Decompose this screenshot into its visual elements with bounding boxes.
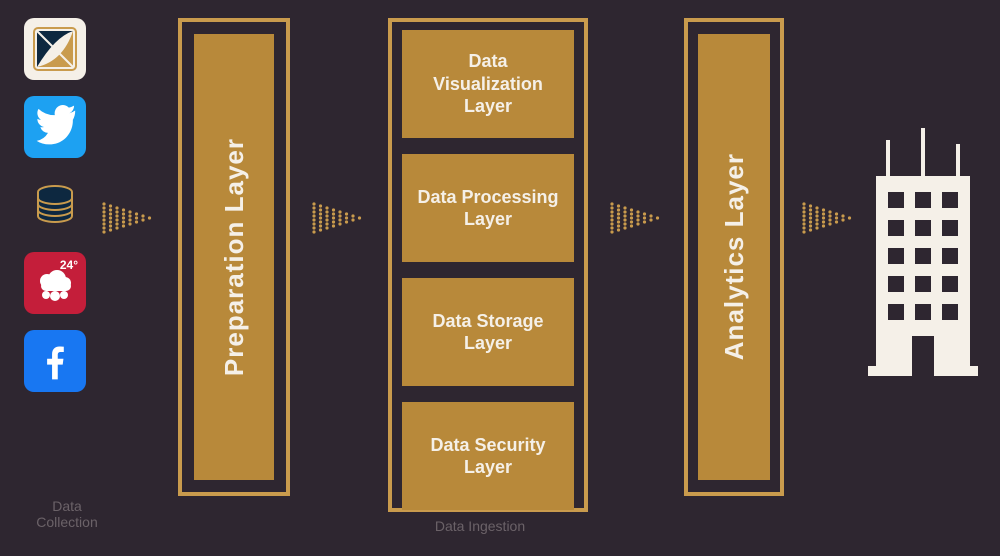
preparation-layer-label: Preparation Layer <box>219 138 250 376</box>
flow-arrow-icon <box>800 196 858 240</box>
preparation-layer-box: Preparation Layer <box>194 34 274 480</box>
facebook-icon <box>24 330 86 392</box>
ingestion-caption: Data Ingestion <box>420 518 540 534</box>
weather-icon: 24° <box>24 252 86 314</box>
weather-temp: 24° <box>60 258 78 272</box>
analytics-layer-box: Analytics Layer <box>698 34 770 480</box>
flow-arrow-icon <box>100 196 158 240</box>
analytics-layer-label: Analytics Layer <box>719 153 750 360</box>
ingestion-box-visualization: Data Visualization Layer <box>402 30 574 138</box>
sources-caption: Data Collection <box>32 498 102 530</box>
custom-logo-icon <box>24 18 86 80</box>
flow-arrow-icon <box>310 196 368 240</box>
flow-arrow-icon <box>608 196 666 240</box>
ingestion-stack: Data Visualization Layer Data Processing… <box>402 30 574 510</box>
data-sources-column: 24° <box>24 18 86 392</box>
enterprise-building-icon <box>868 120 978 376</box>
ingestion-box-storage: Data Storage Layer <box>402 278 574 386</box>
ingestion-box-security: Data Security Layer <box>402 402 574 510</box>
twitter-icon <box>24 96 86 158</box>
database-icon <box>24 174 86 236</box>
ingestion-box-processing: Data Processing Layer <box>402 154 574 262</box>
